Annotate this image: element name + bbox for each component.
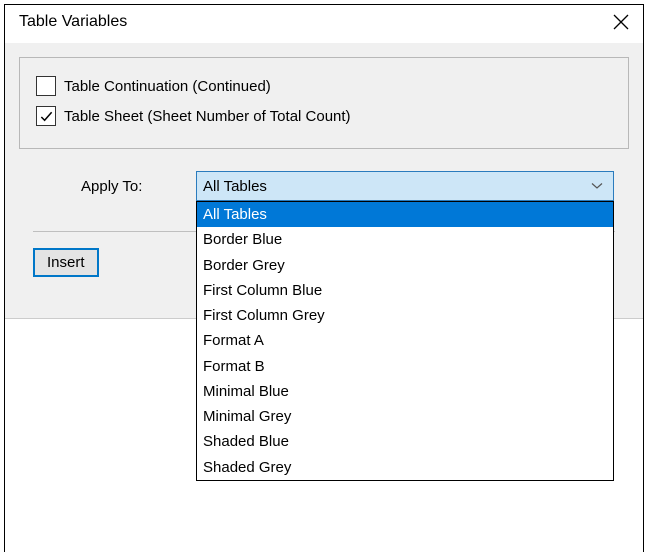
dropdown-selected[interactable]: All Tables [196, 171, 614, 201]
dropdown-option[interactable]: First Column Grey [197, 303, 613, 328]
dropdown-list: All Tables Border Blue Border Grey First… [196, 201, 614, 481]
dropdown-option[interactable]: Shaded Grey [197, 455, 613, 480]
content-panel: Table Continuation (Continued) Table She… [5, 43, 643, 319]
checkbox-table-continuation[interactable]: Table Continuation (Continued) [36, 76, 612, 96]
chevron-down-icon [591, 182, 603, 190]
checkbox-icon [36, 76, 56, 96]
dialog-title: Table Variables [19, 13, 127, 31]
close-button[interactable] [613, 14, 629, 30]
checkbox-table-sheet[interactable]: Table Sheet (Sheet Number of Total Count… [36, 106, 612, 126]
dropdown-selected-text: All Tables [203, 178, 267, 195]
dialog-body: Table Variables Table Continuation (Cont… [5, 5, 643, 319]
dropdown-option[interactable]: Border Grey [197, 253, 613, 278]
apply-to-label: Apply To: [81, 178, 196, 195]
checkbox-label: Table Sheet (Sheet Number of Total Count… [64, 108, 351, 125]
checkbox-label: Table Continuation (Continued) [64, 78, 271, 95]
dropdown-option[interactable]: Format B [197, 354, 613, 379]
dropdown-option[interactable]: Border Blue [197, 227, 613, 252]
dropdown-option[interactable]: Shaded Blue [197, 429, 613, 454]
dialog-window: Table Variables Table Continuation (Cont… [4, 4, 644, 552]
dropdown-option[interactable]: First Column Blue [197, 278, 613, 303]
title-bar: Table Variables [5, 5, 643, 43]
dropdown-option[interactable]: All Tables [197, 202, 613, 227]
apply-to-row: Apply To: All Tables All Tables Border B… [19, 171, 629, 201]
dropdown-option[interactable]: Format A [197, 328, 613, 353]
insert-button[interactable]: Insert [33, 248, 99, 277]
dropdown-option[interactable]: Minimal Grey [197, 404, 613, 429]
apply-to-dropdown[interactable]: All Tables All Tables Border Blue Border… [196, 171, 629, 201]
dropdown-option[interactable]: Minimal Blue [197, 379, 613, 404]
variables-group: Table Continuation (Continued) Table She… [19, 57, 629, 149]
checkbox-icon [36, 106, 56, 126]
